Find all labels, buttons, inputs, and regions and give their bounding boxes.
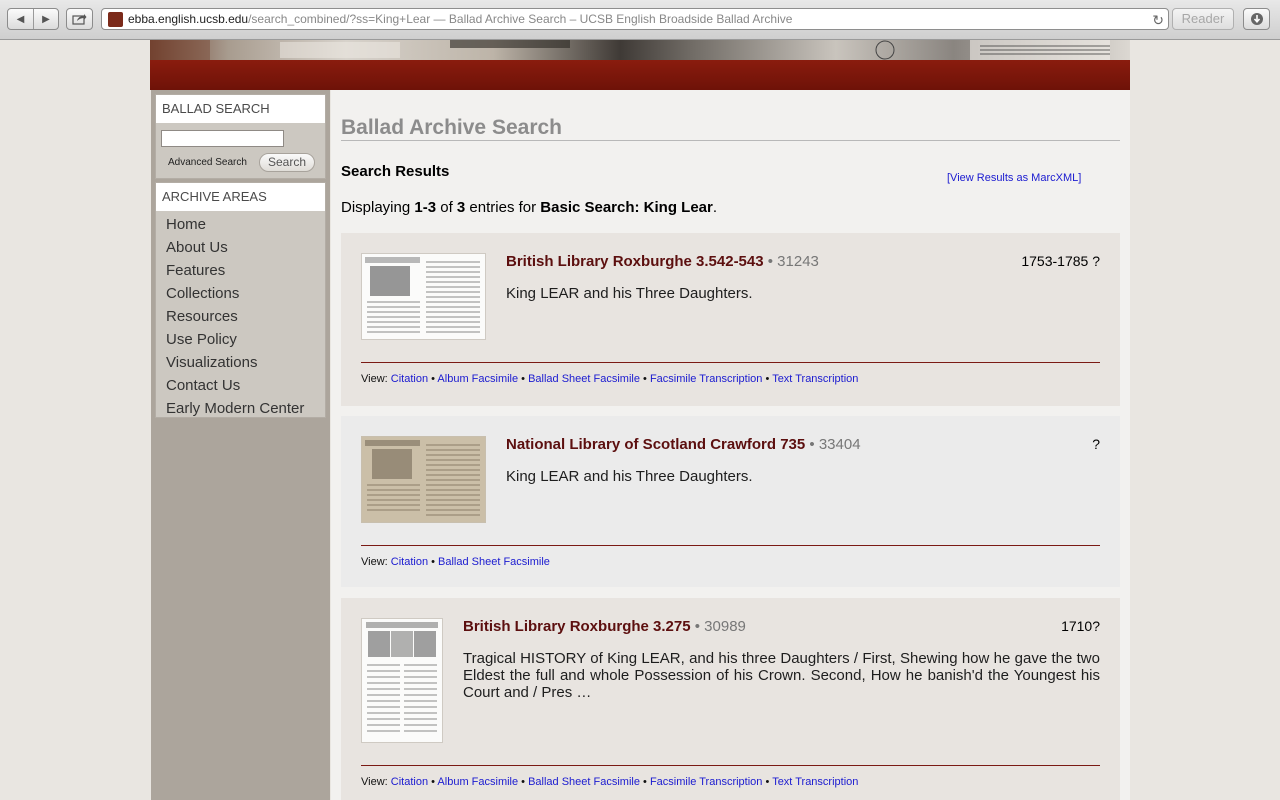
result-id: • 30989: [690, 618, 746, 635]
result-title-text[interactable]: British Library Roxburghe 3.275: [463, 618, 691, 635]
result-title[interactable]: British Library Roxburghe 3.275 • 30989: [463, 618, 746, 635]
view-label: View:: [361, 373, 391, 385]
site-favicon-icon: [108, 12, 123, 27]
result-title[interactable]: National Library of Scotland Crawford 73…: [506, 436, 861, 453]
result-title-text[interactable]: British Library Roxburghe 3.542-543: [506, 253, 764, 270]
marcxml-link[interactable]: [View Results as MarcXML]: [947, 172, 1081, 184]
forward-arrow-icon[interactable]: ▶: [32, 9, 58, 29]
nav-item-features[interactable]: Features: [166, 259, 325, 282]
nav-item-home[interactable]: Home: [166, 213, 325, 236]
ballad-sheet-facsimile-link[interactable]: Ballad Sheet Facsimile: [528, 373, 640, 385]
result-date: 1710?: [1061, 618, 1100, 634]
browser-toolbar: ◀ ▶ ebba.english.ucsb.edu/search_combine…: [0, 0, 1280, 40]
page-title: Ballad Archive Search: [341, 116, 1120, 141]
summary-end: .: [712, 199, 718, 216]
nav-buttons: ◀ ▶: [7, 8, 59, 30]
result-title-text[interactable]: National Library of Scotland Crawford 73…: [506, 436, 805, 453]
summary-total: 3: [456, 199, 466, 216]
result-title[interactable]: British Library Roxburghe 3.542-543 • 31…: [506, 253, 819, 270]
site-banner-image: [150, 40, 1130, 60]
result-divider: [361, 545, 1100, 546]
summary-range: 1-3: [414, 199, 437, 216]
back-arrow-icon[interactable]: ◀: [8, 9, 33, 29]
archive-areas-panel: ARCHIVE AREAS Home About Us Features Col…: [155, 182, 326, 418]
bullet: •: [518, 373, 529, 385]
nav-item-collections[interactable]: Collections: [166, 282, 325, 305]
ballad-thumbnail[interactable]: [361, 618, 443, 743]
result-description: King LEAR and his Three Daughters.: [506, 468, 753, 485]
summary-of: of: [436, 199, 457, 216]
result-item: National Library of Scotland Crawford 73…: [341, 416, 1120, 587]
summary-prefix: Displaying: [341, 199, 415, 216]
result-id: • 31243: [763, 253, 819, 270]
nav-item-visualizations[interactable]: Visualizations: [166, 351, 325, 374]
archive-nav: Home About Us Features Collections Resou…: [156, 211, 325, 420]
bullet: •: [639, 776, 650, 788]
results-summary: Displaying 1-3 of 3 entries for Basic Se…: [341, 199, 717, 216]
bullet: •: [762, 373, 773, 385]
main-content: Ballad Archive Search Search Results [Vi…: [331, 90, 1130, 800]
result-view-links: View: Citation • Ballad Sheet Facsimile: [361, 556, 550, 568]
summary-entries: entries for: [465, 199, 541, 216]
downloads-icon[interactable]: [1243, 8, 1270, 30]
search-input[interactable]: [161, 130, 284, 147]
text-transcription-link[interactable]: Text Transcription: [772, 776, 858, 788]
bullet: •: [518, 776, 529, 788]
address-text: ebba.english.ucsb.edu/search_combined/?s…: [128, 9, 792, 29]
url-path: /search_combined/?ss=King+Lear: [248, 12, 431, 26]
search-results-heading: Search Results: [341, 163, 450, 180]
nav-item-contact-us[interactable]: Contact Us: [166, 374, 325, 397]
citation-link[interactable]: Citation: [391, 776, 428, 788]
album-facsimile-link[interactable]: Album Facsimile: [437, 776, 518, 788]
view-label: View:: [361, 776, 391, 788]
result-view-links: View: Citation • Album Facsimile • Balla…: [361, 373, 858, 385]
result-divider: [361, 765, 1100, 766]
text-transcription-link[interactable]: Text Transcription: [772, 373, 858, 385]
browser-page-title: Ballad Archive Search – UCSB English Bro…: [448, 12, 793, 26]
ballad-sheet-facsimile-link[interactable]: Ballad Sheet Facsimile: [438, 556, 550, 568]
result-item: British Library Roxburghe 3.542-543 • 31…: [341, 233, 1120, 406]
bullet: •: [639, 373, 650, 385]
result-id: • 33404: [805, 436, 861, 453]
nav-item-about-us[interactable]: About Us: [166, 236, 325, 259]
nav-item-early-modern-center[interactable]: Early Modern Center: [166, 397, 325, 420]
result-date: 1753-1785 ?: [1021, 253, 1100, 269]
nav-item-use-policy[interactable]: Use Policy: [166, 328, 325, 351]
search-button[interactable]: Search: [259, 153, 315, 172]
share-icon[interactable]: [66, 8, 93, 30]
album-facsimile-link[interactable]: Album Facsimile: [437, 373, 518, 385]
result-item: British Library Roxburghe 3.275 • 30989 …: [341, 598, 1120, 800]
ballad-thumbnail[interactable]: [361, 253, 486, 340]
url-separator: —: [430, 12, 449, 26]
result-divider: [361, 362, 1100, 363]
ballad-thumbnail[interactable]: [361, 436, 486, 523]
archive-areas-heading: ARCHIVE AREAS: [156, 183, 325, 211]
facsimile-transcription-link[interactable]: Facsimile Transcription: [650, 373, 762, 385]
citation-link[interactable]: Citation: [391, 556, 428, 568]
result-description: King LEAR and his Three Daughters.: [506, 285, 753, 302]
facsimile-transcription-link[interactable]: Facsimile Transcription: [650, 776, 762, 788]
reader-button[interactable]: Reader: [1172, 8, 1234, 30]
result-description: Tragical HISTORY of King LEAR, and his t…: [463, 650, 1100, 701]
result-date: ?: [1092, 436, 1100, 452]
address-bar[interactable]: ebba.english.ucsb.edu/search_combined/?s…: [101, 8, 1169, 30]
ballad-search-heading: BALLAD SEARCH: [156, 95, 325, 123]
view-label: View:: [361, 556, 391, 568]
sidebar: BALLAD SEARCH Advanced Search Search ARC…: [151, 90, 330, 800]
ballad-sheet-facsimile-link[interactable]: Ballad Sheet Facsimile: [528, 776, 640, 788]
site-header-bar: [150, 60, 1130, 90]
result-view-links: View: Citation • Album Facsimile • Balla…: [361, 776, 858, 788]
summary-query: Basic Search: King Lear: [540, 199, 713, 216]
bullet: •: [428, 556, 439, 568]
ballad-search-panel: BALLAD SEARCH Advanced Search Search: [155, 94, 326, 179]
citation-link[interactable]: Citation: [391, 373, 428, 385]
nav-item-resources[interactable]: Resources: [166, 305, 325, 328]
reload-icon[interactable]: ↻: [1152, 10, 1164, 29]
bullet: •: [762, 776, 773, 788]
advanced-search-link[interactable]: Advanced Search: [168, 157, 247, 168]
url-domain: ebba.english.ucsb.edu: [128, 12, 249, 26]
